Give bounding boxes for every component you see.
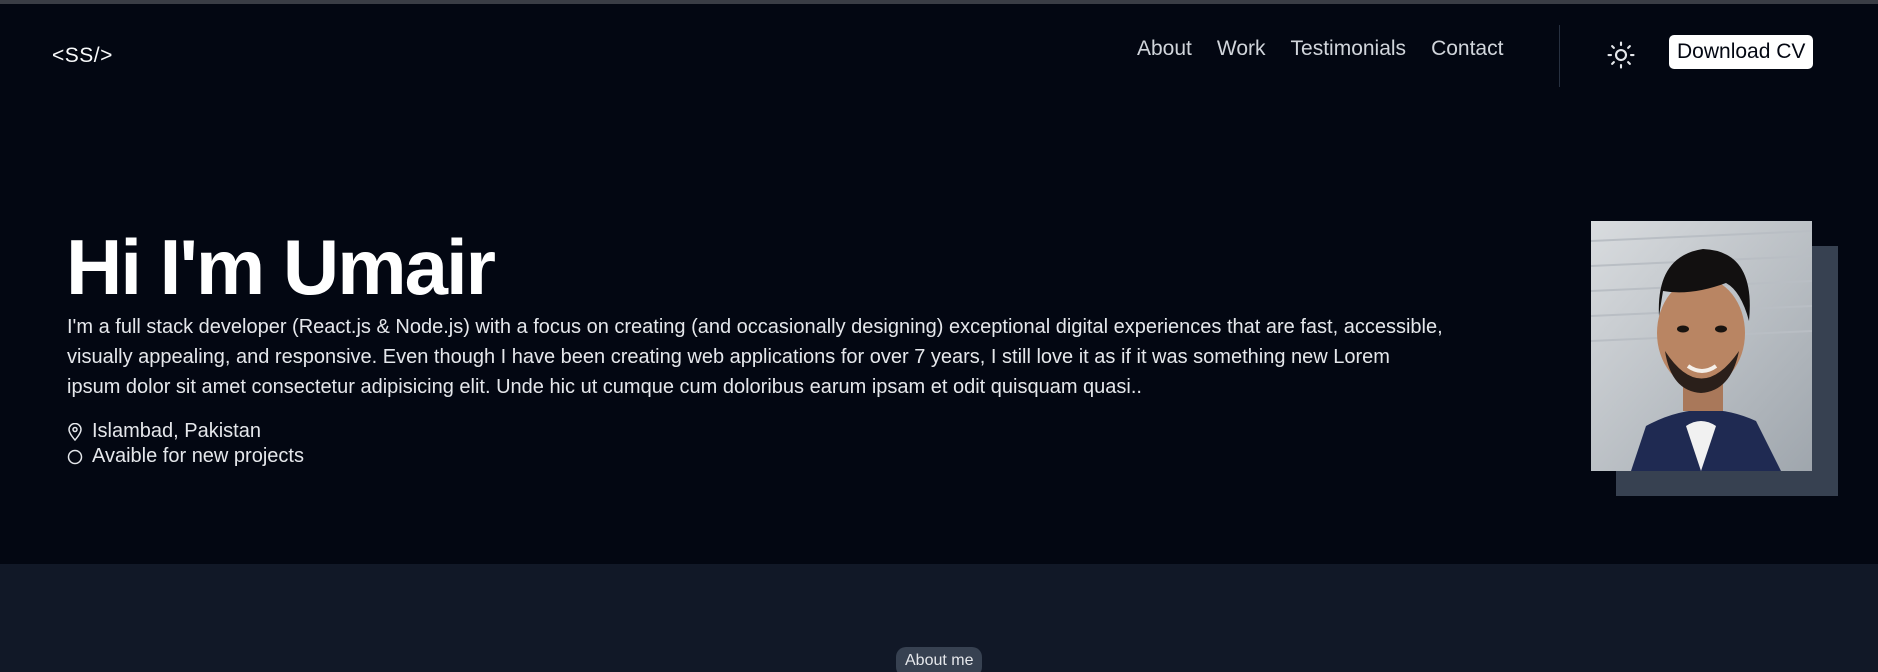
- availability-row: Avaible for new projects: [67, 445, 304, 468]
- location-row: Islambad, Pakistan: [67, 420, 261, 443]
- nav-link-about[interactable]: About: [1137, 37, 1192, 61]
- location-text: Islambad, Pakistan: [92, 420, 261, 442]
- availability-text: Avaible for new projects: [92, 445, 304, 467]
- site-header: <SS/> About Work Testimonials Contact Do…: [0, 4, 1878, 96]
- hero-title: Hi I'm Umair: [66, 223, 496, 311]
- main-nav: About Work Testimonials Contact: [1137, 37, 1528, 61]
- nav-link-testimonials[interactable]: Testimonials: [1291, 37, 1407, 61]
- nav-link-work[interactable]: Work: [1217, 37, 1266, 61]
- theme-toggle-button[interactable]: [1606, 40, 1636, 70]
- download-cv-button[interactable]: Download CV: [1669, 35, 1814, 69]
- about-me-badge: About me: [896, 647, 983, 672]
- circle-icon: [67, 449, 83, 464]
- header-divider: [1559, 25, 1560, 87]
- sun-icon: [1607, 41, 1635, 69]
- nav-link-contact[interactable]: Contact: [1431, 37, 1503, 61]
- profile-photo: [1591, 221, 1812, 471]
- map-pin-icon: [68, 422, 82, 441]
- site-logo[interactable]: <SS/>: [52, 44, 113, 68]
- hero-description: I'm a full stack developer (React.js & N…: [67, 316, 1443, 398]
